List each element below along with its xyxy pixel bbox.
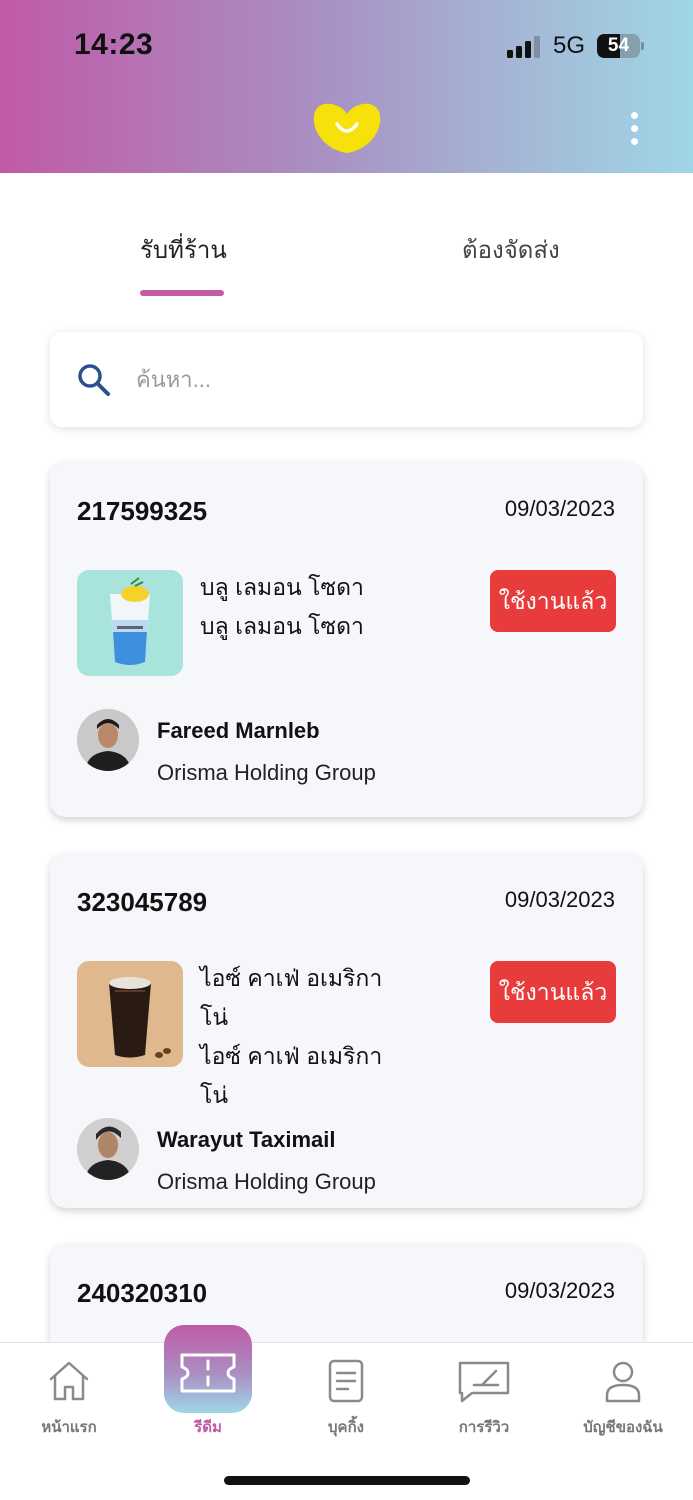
nav-label: รีดีม	[194, 1419, 222, 1436]
status-time: 14:23	[74, 28, 154, 61]
home-icon	[49, 1361, 89, 1401]
order-card[interactable]: 217599325 09/03/2023 บลู เลมอน โซดา บลู …	[50, 462, 643, 817]
avatar	[77, 709, 139, 771]
ticket-icon	[180, 1353, 236, 1393]
order-date: 09/03/2023	[504, 1278, 615, 1303]
organization-name: Orisma Holding Group	[157, 760, 376, 785]
nav-review[interactable]: การรีวิว	[424, 1343, 544, 1453]
product-name: ไอซ์ คาเฟ่ อเมริกาโน่ ไอซ์ คาเฟ่ อเมริกา…	[200, 965, 383, 1108]
used-status-button[interactable]: ใช้งานแล้ว	[490, 570, 616, 632]
product-image	[77, 570, 183, 676]
signal-icon	[507, 36, 543, 58]
order-number: 323045789	[77, 887, 208, 917]
nav-home[interactable]: หน้าแรก	[9, 1343, 129, 1453]
order-number: 240320310	[77, 1278, 208, 1308]
nav-label: บัญชีของฉัน	[583, 1419, 663, 1436]
avatar	[77, 1118, 139, 1180]
nav-booking[interactable]: บุคกิ้ง	[286, 1343, 406, 1453]
user-name: Warayut Taximail	[157, 1127, 336, 1152]
nav-account[interactable]: บัญชีของฉัน	[563, 1343, 683, 1453]
battery-level: 54	[607, 35, 630, 56]
order-number: 217599325	[77, 496, 208, 526]
order-date: 09/03/2023	[504, 496, 615, 521]
tab-delivery[interactable]: ต้องจัดส่ง	[462, 230, 560, 269]
product-image	[77, 961, 183, 1067]
nav-label: การรีวิว	[458, 1419, 510, 1436]
search-input[interactable]	[136, 360, 616, 400]
organization-name: Orisma Holding Group	[157, 1169, 376, 1194]
active-tab-indicator	[140, 290, 224, 296]
home-indicator[interactable]	[224, 1476, 470, 1485]
app-header: 14:23 5G 54	[0, 0, 693, 173]
nav-label: หน้าแรก	[41, 1419, 97, 1436]
nav-redeem[interactable]: รีดีม	[148, 1343, 268, 1453]
user-name: Fareed Marnleb	[157, 718, 320, 743]
kebab-menu-icon[interactable]	[624, 112, 646, 146]
battery-icon: 54	[597, 34, 644, 58]
network-type: 5G	[553, 32, 586, 59]
tab-pickup[interactable]: รับที่ร้าน	[140, 230, 227, 269]
user-icon	[605, 1361, 641, 1403]
smile-heart-logo[interactable]	[312, 100, 382, 155]
search-icon[interactable]	[76, 362, 112, 398]
review-icon	[458, 1361, 510, 1403]
product-name: บลู เลมอน โซดา บลู เลมอน โซดา	[200, 574, 364, 639]
nav-label: บุคกิ้ง	[328, 1419, 364, 1436]
document-icon	[328, 1359, 364, 1403]
order-date: 09/03/2023	[504, 887, 615, 912]
search-bar	[50, 332, 643, 427]
order-card[interactable]: 323045789 09/03/2023 ไอซ์ คาเฟ่ อเมริกาโ…	[50, 853, 643, 1208]
used-status-button[interactable]: ใช้งานแล้ว	[490, 961, 616, 1023]
